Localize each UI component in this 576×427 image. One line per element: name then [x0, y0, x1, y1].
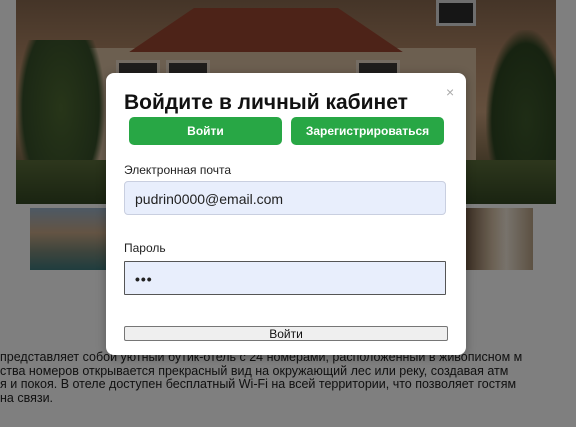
password-label: Пароль [124, 241, 166, 255]
login-tab-button[interactable]: Войти [129, 117, 282, 145]
password-field[interactable]: ••• [124, 261, 446, 295]
login-modal: × Войдите в личный кабинет Войти Зарегис… [106, 73, 466, 355]
email-field[interactable]: pudrin0000@email.com [124, 181, 446, 215]
submit-login-button[interactable]: Войти [124, 326, 448, 341]
email-label: Электронная почта [124, 163, 232, 177]
close-icon[interactable]: × [446, 85, 454, 99]
register-tab-button[interactable]: Зарегистрироваться [291, 117, 444, 145]
modal-title: Войдите в личный кабинет [124, 91, 408, 114]
